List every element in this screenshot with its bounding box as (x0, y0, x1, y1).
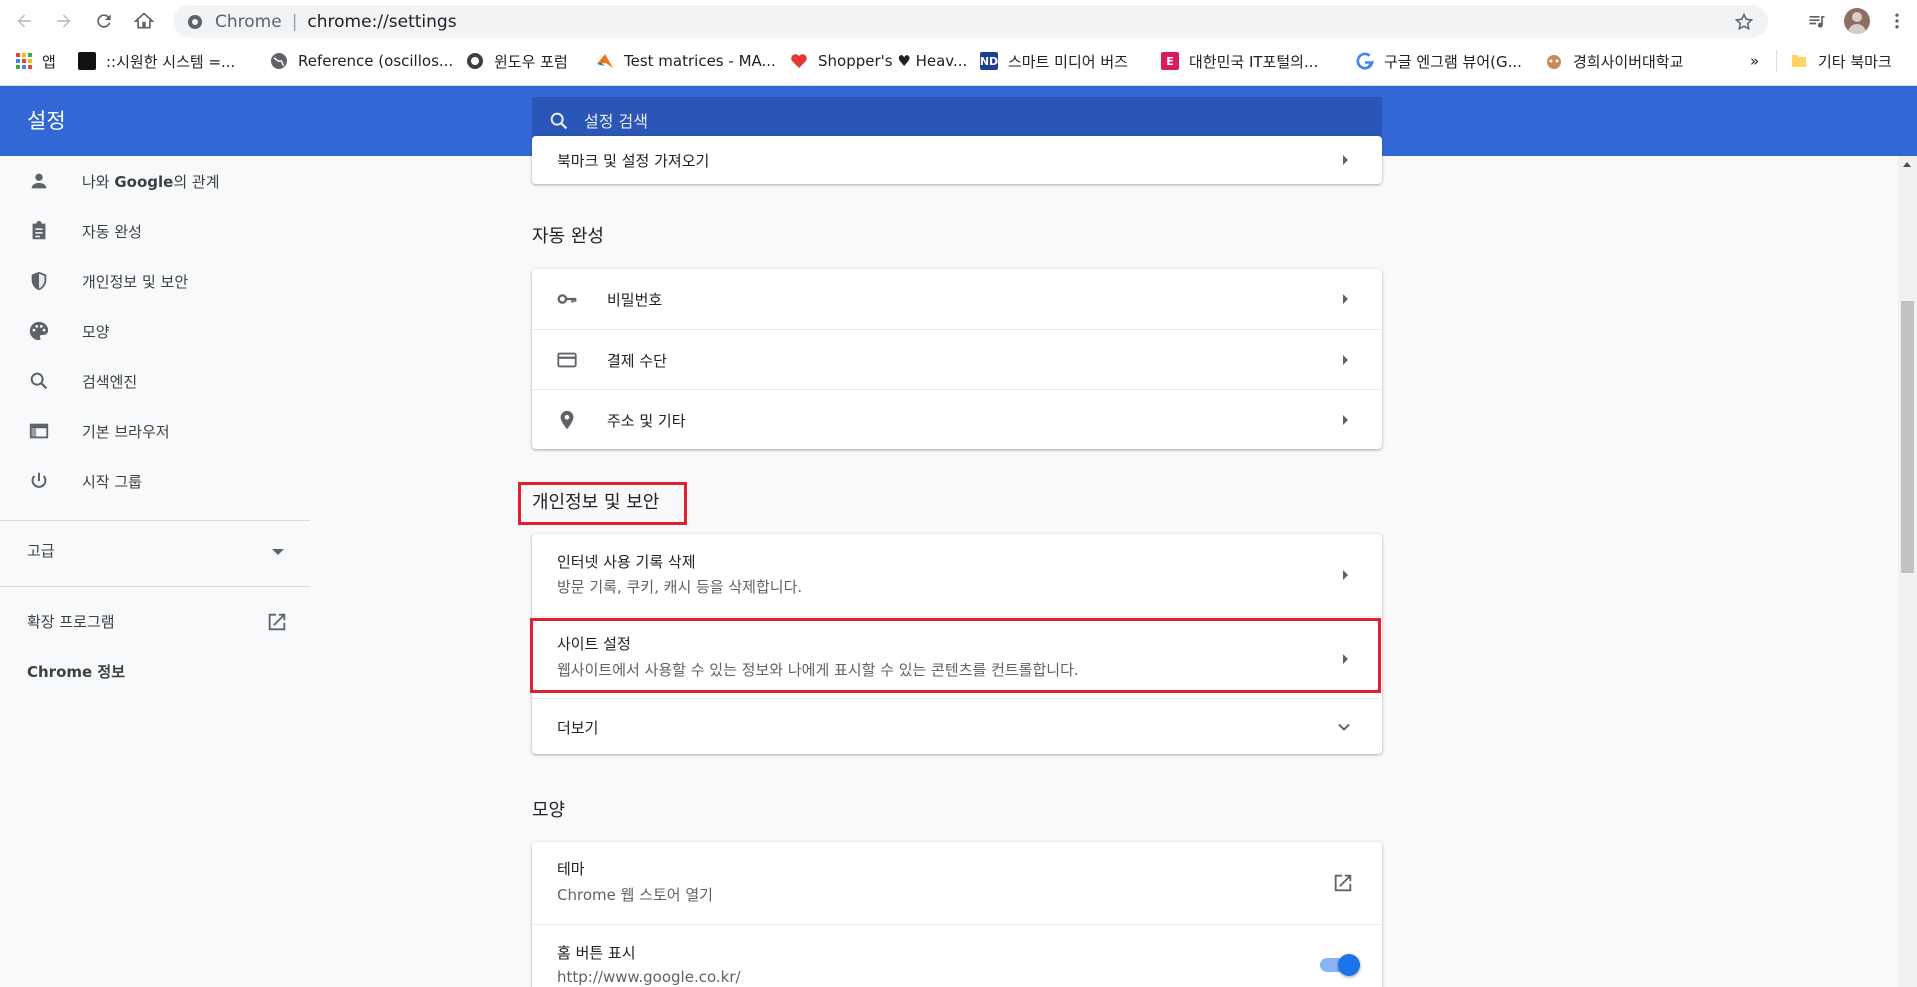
site-favicon (78, 52, 96, 70)
page-title: 설정 (27, 109, 66, 133)
site-favicon (467, 53, 483, 69)
page-scrollbar[interactable] (1898, 156, 1917, 987)
globe-icon (271, 53, 287, 69)
autofill-card: 비밀번호 결제 수단 주소 및 기타 (532, 269, 1382, 449)
heart-icon (791, 54, 807, 68)
home-button-toggle[interactable] (1318, 953, 1360, 976)
settings-main: 북마크 및 설정 가져오기 자동 완성 비밀번호 결제 수단 주소 및 기타 개… (0, 136, 1917, 987)
bookmark-item[interactable]: Test matrices - MA... (596, 42, 776, 80)
chevron-down-icon (1338, 723, 1350, 731)
bookmark-item[interactable]: Reference (oscillos... (270, 42, 453, 80)
arrow-right-icon (1343, 155, 1348, 165)
appearance-section-title: 모양 (532, 800, 566, 821)
other-bookmarks-folder[interactable]: 기타 북마크 (1790, 42, 1892, 80)
location-pin-icon (560, 410, 574, 430)
folder-icon (1792, 55, 1806, 67)
omnibox-chip: Chrome (215, 11, 282, 32)
highlight-box (518, 482, 687, 525)
site-favicon: ND (980, 52, 998, 70)
bookmark-item[interactable]: E 대한민국 IT포털의... (1161, 42, 1318, 80)
arrow-right-icon (57, 14, 71, 28)
import-bookmarks-row[interactable]: 북마크 및 설정 가져오기 (532, 136, 1382, 184)
arrow-right-icon (1343, 294, 1348, 304)
chrome-icon (188, 14, 202, 29)
highlight-box (530, 618, 1381, 693)
clear-browsing-data-row[interactable]: 인터넷 사용 기록 삭제 방문 기록, 쿠키, 캐시 등을 삭제합니다. (532, 534, 1382, 616)
key-icon (557, 294, 577, 304)
forward-button[interactable] (44, 0, 84, 42)
toggle-knob (1338, 954, 1360, 976)
site-favicon: E (1161, 52, 1179, 70)
address-bar[interactable]: Chrome | chrome://settings (173, 5, 1768, 38)
playlist-icon (1809, 16, 1825, 28)
omnibox-divider: | (291, 11, 298, 32)
reload-icon (97, 14, 111, 28)
addresses-row[interactable]: 주소 및 기타 (532, 389, 1382, 449)
back-button[interactable] (4, 0, 44, 42)
toolbar-right (1797, 0, 1917, 42)
passwords-row[interactable]: 비밀번호 (532, 269, 1382, 329)
reload-button[interactable] (84, 0, 124, 42)
home-button-row: 홈 버튼 표시 http://www.google.co.kr/ (532, 924, 1382, 987)
site-favicon (1547, 55, 1561, 69)
bookmarks-divider (1776, 50, 1777, 72)
search-input[interactable] (584, 111, 1284, 131)
home-icon (134, 12, 154, 29)
theme-row[interactable]: 테마 Chrome 웹 스토어 열기 (532, 842, 1382, 924)
home-button[interactable] (124, 0, 164, 42)
media-button[interactable] (1797, 0, 1837, 42)
bookmarks-bar: 앱 ::시원한 시스템 =... Reference (oscillos... … (0, 42, 1917, 86)
bookmarks-overflow-button[interactable]: » (1750, 42, 1759, 80)
profile-button[interactable] (1837, 0, 1877, 42)
bookmark-item[interactable]: 구글 엔그램 뷰어(G... (1356, 42, 1522, 80)
more-row[interactable]: 더보기 (532, 698, 1382, 754)
appearance-card: 테마 Chrome 웹 스토어 열기 홈 버튼 표시 http://www.go… (532, 842, 1382, 987)
bookmark-item[interactable]: 경희사이버대학교 (1545, 42, 1683, 80)
arrow-right-icon (1343, 415, 1348, 425)
credit-card-icon (557, 352, 577, 368)
import-bookmarks-card: 북마크 및 설정 가져오기 (532, 136, 1382, 184)
search-icon (550, 112, 568, 130)
bookmark-item[interactable]: ND 스마트 미디어 버즈 (980, 42, 1128, 80)
url-text: chrome://settings (307, 11, 457, 32)
more-vert-icon (1895, 13, 1899, 29)
arrow-left-icon (17, 14, 31, 28)
matlab-icon (597, 54, 613, 68)
avatar (1844, 8, 1870, 34)
apps-grid-icon (16, 53, 32, 69)
scroll-up-arrow-icon[interactable] (1903, 162, 1911, 167)
bookmark-item[interactable]: 윈도우 포럼 (466, 42, 568, 80)
bookmark-item[interactable]: ::시원한 시스템 =... (78, 42, 235, 80)
browser-toolbar: Chrome | chrome://settings (0, 0, 1917, 42)
google-icon (1356, 52, 1374, 70)
scrollbar-thumb[interactable] (1901, 301, 1914, 573)
payment-methods-row[interactable]: 결제 수단 (532, 329, 1382, 389)
star-icon[interactable] (1734, 12, 1754, 32)
open-in-new-icon (1334, 874, 1352, 892)
autofill-section-title: 자동 완성 (532, 226, 604, 247)
bookmark-item[interactable]: Shopper's ♥ Heav... (790, 42, 967, 80)
arrow-right-icon (1343, 355, 1348, 365)
menu-button[interactable] (1877, 0, 1917, 42)
arrow-right-icon (1343, 570, 1348, 580)
bookmark-apps[interactable]: 앱 (16, 42, 56, 80)
